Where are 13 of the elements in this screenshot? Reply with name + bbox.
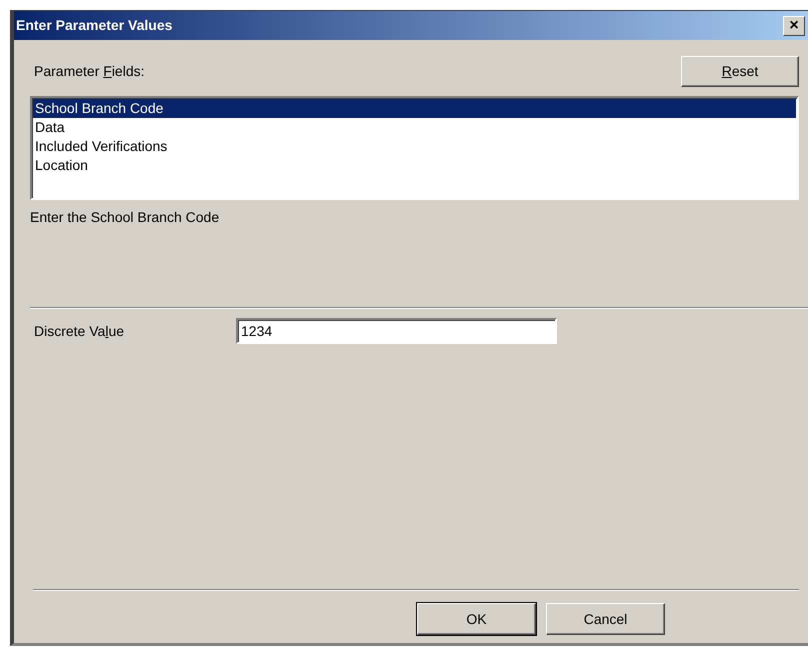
value-field[interactable]: 1234	[236, 318, 557, 344]
window-title: Enter Parameter Values	[16, 16, 172, 35]
list-item[interactable]: Included Verifications	[33, 137, 796, 156]
close-button[interactable]: ×	[783, 16, 805, 36]
cancel-button[interactable]: Cancel	[546, 603, 665, 635]
field-label: Discrete Value	[34, 322, 126, 340]
list-item[interactable]: School Branch Code	[33, 99, 796, 118]
ok-button[interactable]: OK	[417, 603, 536, 635]
list-item[interactable]: Location	[33, 156, 796, 175]
reset-button[interactable]: Reset	[681, 56, 799, 87]
field-label: Parameter Fields:	[34, 62, 144, 81]
list-item[interactable]: Data	[33, 118, 796, 137]
description-text: Enter the School Branch Code	[30, 208, 220, 227]
